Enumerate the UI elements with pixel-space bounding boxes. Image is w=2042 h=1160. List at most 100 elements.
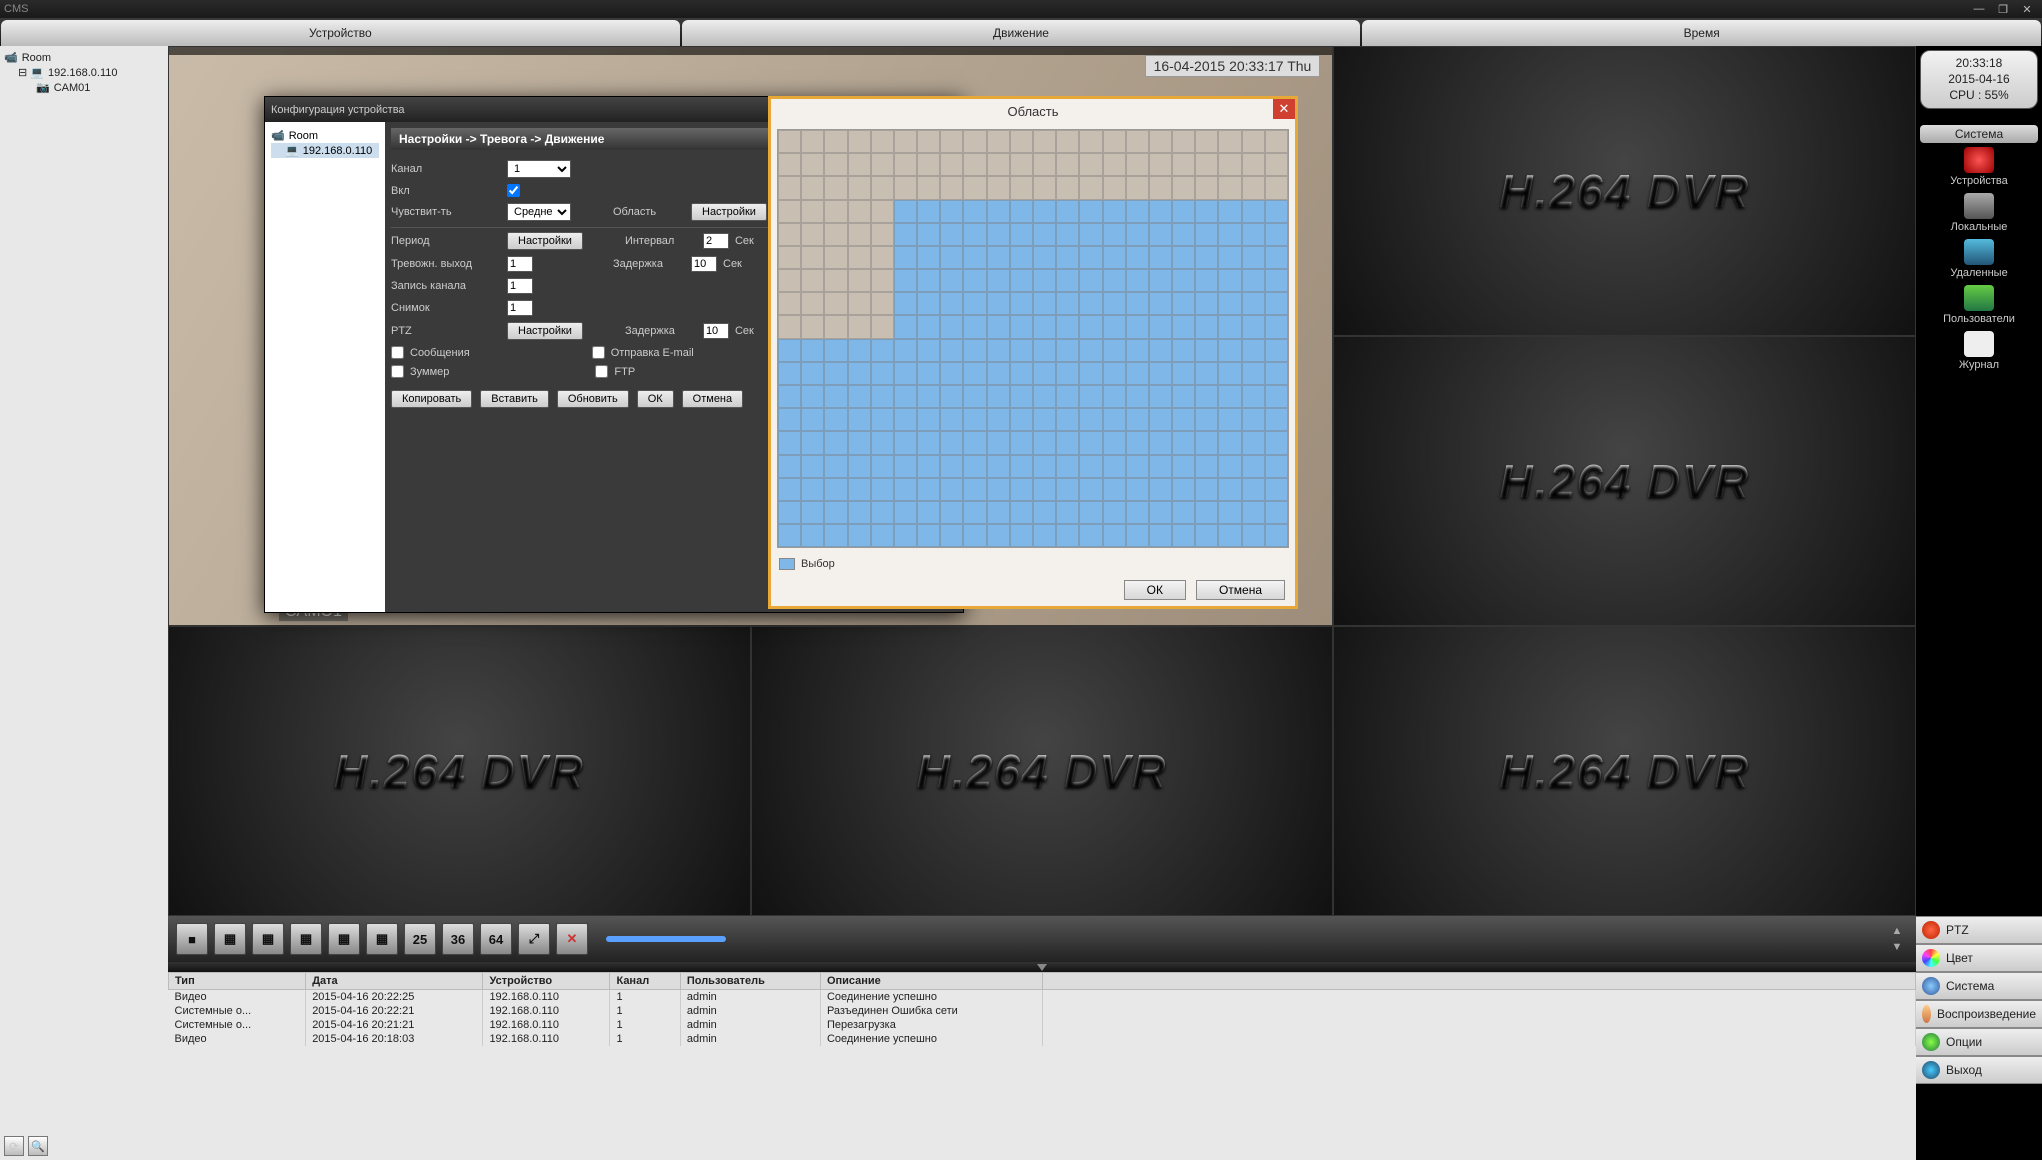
region-cell[interactable] (1149, 292, 1172, 315)
region-cell[interactable] (1195, 223, 1218, 246)
region-cell[interactable] (1079, 269, 1102, 292)
region-cell[interactable] (1079, 315, 1102, 338)
region-cell[interactable] (894, 408, 917, 431)
region-cell[interactable] (1126, 501, 1149, 524)
region-cell[interactable] (987, 246, 1010, 269)
region-cell[interactable] (778, 223, 801, 246)
region-cell[interactable] (871, 478, 894, 501)
region-cell[interactable] (1103, 431, 1126, 454)
region-cell[interactable] (1010, 246, 1033, 269)
region-cell[interactable] (1172, 501, 1195, 524)
region-cell[interactable] (987, 362, 1010, 385)
region-cell[interactable] (801, 362, 824, 385)
region-cell[interactable] (940, 385, 963, 408)
region-cell[interactable] (1056, 478, 1079, 501)
rb-playback[interactable]: Воспроизведение (1916, 1000, 2042, 1028)
region-cell[interactable] (778, 153, 801, 176)
region-settings-button[interactable]: Настройки (691, 203, 767, 221)
rb-exit[interactable]: Выход (1916, 1056, 2042, 1084)
region-cell[interactable] (1218, 478, 1241, 501)
region-cell[interactable] (824, 223, 847, 246)
region-cell[interactable] (1126, 478, 1149, 501)
region-cell[interactable] (987, 385, 1010, 408)
region-cell[interactable] (778, 315, 801, 338)
region-cell[interactable] (1149, 524, 1172, 547)
region-cell[interactable] (871, 385, 894, 408)
region-cell[interactable] (801, 524, 824, 547)
region-cell[interactable] (1218, 362, 1241, 385)
region-cell[interactable] (1126, 200, 1149, 223)
region-cell[interactable] (940, 176, 963, 199)
region-cell[interactable] (1195, 246, 1218, 269)
region-cell[interactable] (1103, 153, 1126, 176)
region-cell[interactable] (1126, 408, 1149, 431)
region-cell[interactable] (871, 408, 894, 431)
region-cell[interactable] (1056, 153, 1079, 176)
region-cell[interactable] (1172, 339, 1195, 362)
region-cell[interactable] (894, 478, 917, 501)
region-cell[interactable] (1149, 362, 1172, 385)
region-cell[interactable] (1265, 246, 1288, 269)
region-cell[interactable] (917, 315, 940, 338)
scroll-up-button[interactable]: ▲ (1892, 925, 1903, 937)
region-cell[interactable] (1195, 385, 1218, 408)
region-cell[interactable] (871, 176, 894, 199)
refresh-button[interactable]: Обновить (557, 390, 629, 408)
region-cell[interactable] (824, 408, 847, 431)
region-cell[interactable] (1195, 153, 1218, 176)
region-cell[interactable] (1265, 339, 1288, 362)
region-cell[interactable] (871, 130, 894, 153)
region-cell[interactable] (1010, 362, 1033, 385)
region-cell[interactable] (1149, 200, 1172, 223)
region-cell[interactable] (824, 176, 847, 199)
region-cell[interactable] (824, 385, 847, 408)
region-cell[interactable] (1218, 200, 1241, 223)
region-cell[interactable] (1265, 385, 1288, 408)
region-cell[interactable] (917, 362, 940, 385)
region-cell[interactable] (1218, 524, 1241, 547)
messages-checkbox[interactable] (391, 346, 404, 359)
region-cell[interactable] (1195, 431, 1218, 454)
region-cell[interactable] (1265, 130, 1288, 153)
region-cell[interactable] (1010, 455, 1033, 478)
region-cell[interactable] (917, 246, 940, 269)
region-cell[interactable] (1056, 455, 1079, 478)
region-cell[interactable] (778, 130, 801, 153)
region-cell[interactable] (940, 200, 963, 223)
region-cell[interactable] (1242, 200, 1265, 223)
delay-input[interactable] (691, 256, 717, 272)
region-cell[interactable] (1079, 292, 1102, 315)
region-cell[interactable] (940, 339, 963, 362)
region-grid[interactable] (778, 130, 1288, 547)
region-cell[interactable] (1218, 246, 1241, 269)
rb-options[interactable]: Опции (1916, 1028, 2042, 1056)
region-cell[interactable] (801, 385, 824, 408)
log-col-date[interactable]: Дата (306, 973, 483, 990)
region-cell[interactable] (894, 431, 917, 454)
region-cell[interactable] (1079, 501, 1102, 524)
region-cell[interactable] (963, 524, 986, 547)
region-cell[interactable] (871, 223, 894, 246)
region-cell[interactable] (1242, 246, 1265, 269)
log-col-type[interactable]: Тип (169, 973, 306, 990)
region-cell[interactable] (1079, 385, 1102, 408)
region-cell[interactable] (1172, 478, 1195, 501)
region-cell[interactable] (987, 408, 1010, 431)
region-cell[interactable] (987, 501, 1010, 524)
video-cell-3[interactable]: H.264 DVR (1333, 336, 1916, 626)
region-cell[interactable] (1079, 200, 1102, 223)
region-cell[interactable] (917, 292, 940, 315)
region-cell[interactable] (894, 153, 917, 176)
region-cell[interactable] (1149, 269, 1172, 292)
region-cell[interactable] (848, 501, 871, 524)
region-cell[interactable] (1149, 176, 1172, 199)
region-cell[interactable] (917, 153, 940, 176)
region-cell[interactable] (1172, 130, 1195, 153)
region-cell[interactable] (1149, 153, 1172, 176)
region-cell[interactable] (1033, 269, 1056, 292)
region-cell[interactable] (987, 339, 1010, 362)
region-cell[interactable] (1056, 501, 1079, 524)
region-cell[interactable] (778, 431, 801, 454)
region-cell[interactable] (894, 362, 917, 385)
region-cell[interactable] (1056, 339, 1079, 362)
